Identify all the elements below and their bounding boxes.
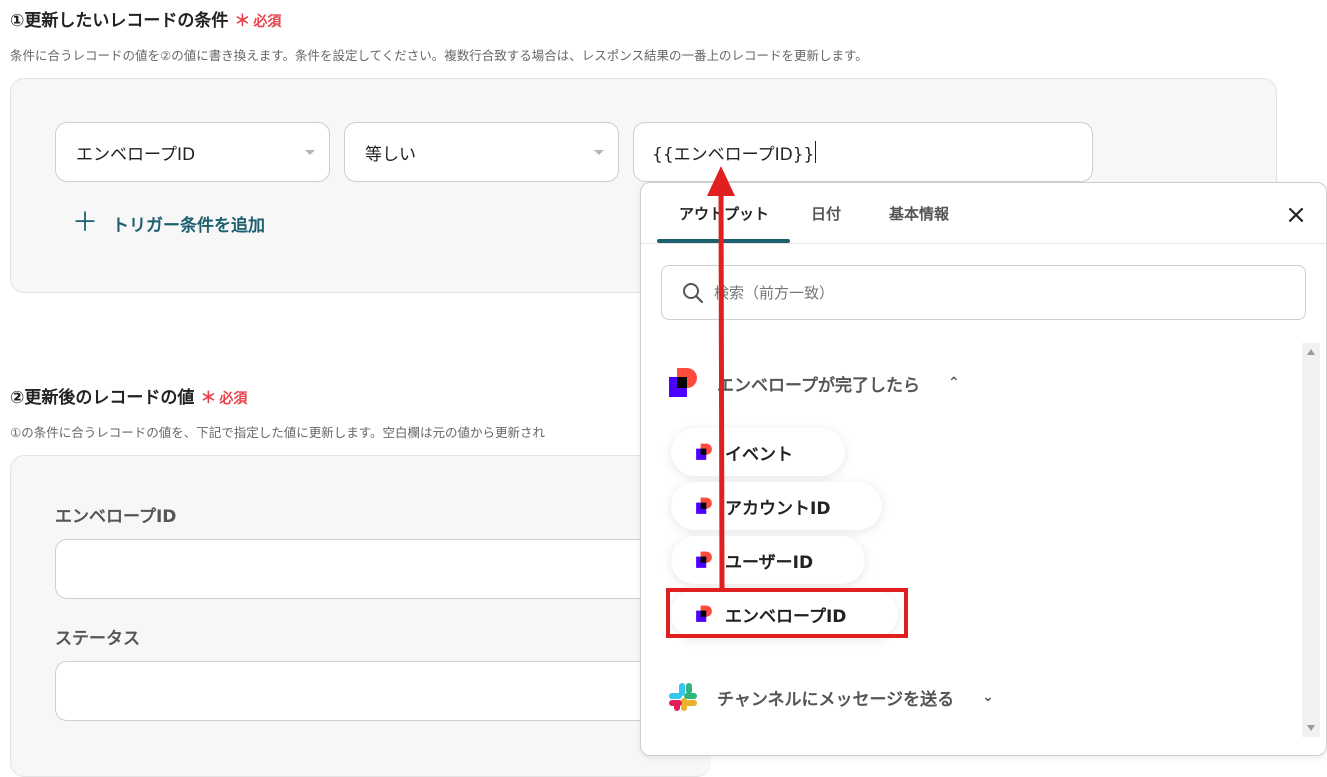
output-item-event[interactable]: イベント: [671, 428, 845, 476]
section1-description: 条件に合うレコードの値を②の値に書き換えます。条件を設定してください。複数行合致…: [10, 48, 868, 63]
text-cursor: [815, 141, 817, 163]
required-badge: ＊必須: [200, 388, 248, 407]
slack-logo-icon: [669, 683, 697, 711]
section1-title: ①更新したいレコードの条件＊必須: [10, 11, 282, 31]
section2-description: ①の条件に合うレコードの値を、下記で指定した値に更新します。空白欄は元の値から更…: [10, 425, 545, 440]
scroll-up-icon[interactable]: [1307, 349, 1315, 355]
search-box[interactable]: [661, 265, 1306, 320]
operator-select[interactable]: 等しい: [344, 122, 619, 182]
add-trigger-condition-button[interactable]: ＋ トリガー条件を追加: [72, 210, 265, 236]
tab-date[interactable]: 日付: [811, 203, 841, 224]
search-input[interactable]: [712, 282, 1276, 303]
popup-scrollbar[interactable]: [1302, 343, 1320, 737]
required-badge: ＊必須: [234, 11, 282, 30]
chevron-up-icon: ⌃: [947, 375, 960, 391]
section2-title: ②更新後のレコードの値＊必須: [10, 388, 248, 408]
chevron-down-icon: ⌄: [982, 689, 994, 705]
field-select[interactable]: エンベロープID: [55, 122, 330, 182]
plus-icon: ＋: [72, 208, 99, 238]
field-label-status: ステータス: [55, 629, 140, 649]
dropdown-caret-icon: [305, 150, 315, 155]
scroll-down-icon[interactable]: [1307, 725, 1315, 731]
close-icon[interactable]: ×: [1284, 202, 1308, 228]
annotation-arrow-icon: [707, 166, 735, 589]
docusign-logo-icon: [669, 368, 697, 397]
dropdown-caret-icon: [594, 150, 604, 155]
field-label-envelope-id: エンベロープID: [55, 507, 177, 527]
group-send-channel-message[interactable]: チャンネルにメッセージを送る ⌄: [667, 681, 994, 713]
tab-basic-info[interactable]: 基本情報: [889, 203, 949, 224]
